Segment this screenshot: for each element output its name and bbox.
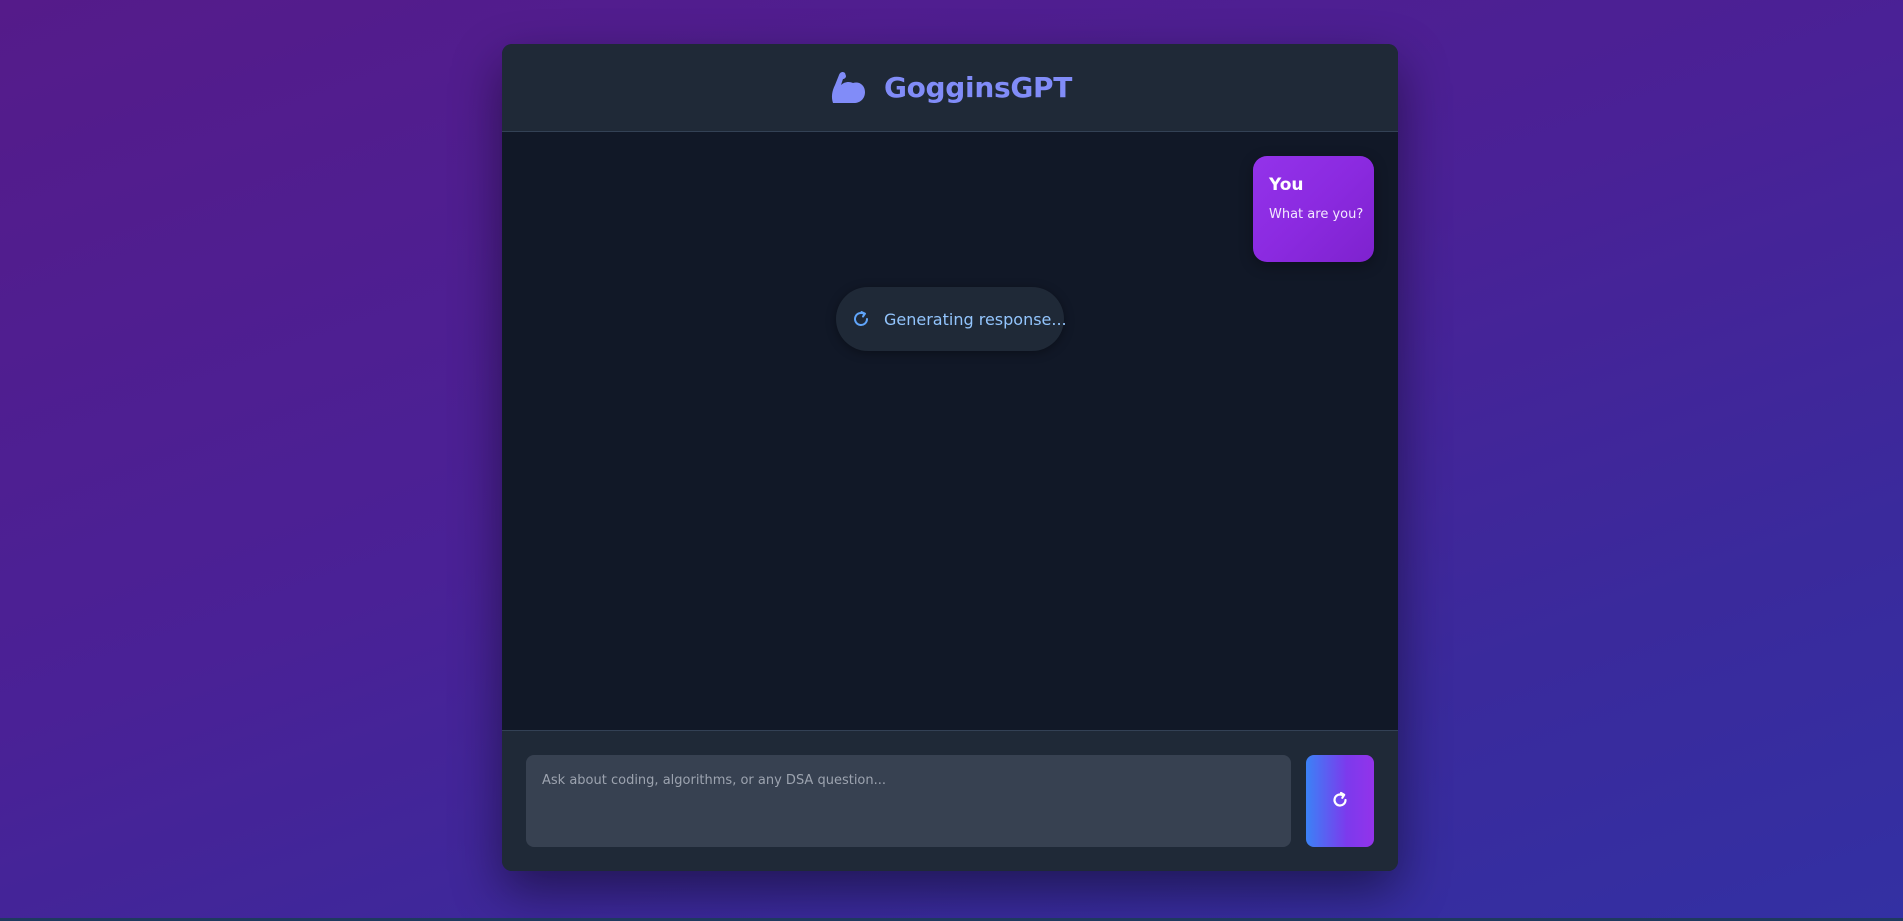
message-text: What are you? <box>1269 207 1364 222</box>
send-button[interactable] <box>1306 755 1374 847</box>
refresh-spinner-icon <box>1331 791 1349 812</box>
header: GogginsGPT <box>502 44 1398 132</box>
composer <box>502 731 1398 871</box>
spinner-icon <box>852 309 870 329</box>
message-sender: You <box>1269 175 1304 195</box>
user-message: You What are you? <box>1253 156 1374 262</box>
app-title: GogginsGPT <box>883 71 1073 104</box>
loading-label: Generating response... <box>884 309 1067 329</box>
message-input[interactable] <box>526 755 1291 847</box>
loading-indicator: Generating response... <box>836 287 1067 351</box>
flexed-biceps-icon <box>828 68 868 108</box>
messages-area: You What are you? Generating response... <box>502 132 1398 731</box>
chat-window: GogginsGPT You What are you? Generating … <box>502 44 1398 871</box>
